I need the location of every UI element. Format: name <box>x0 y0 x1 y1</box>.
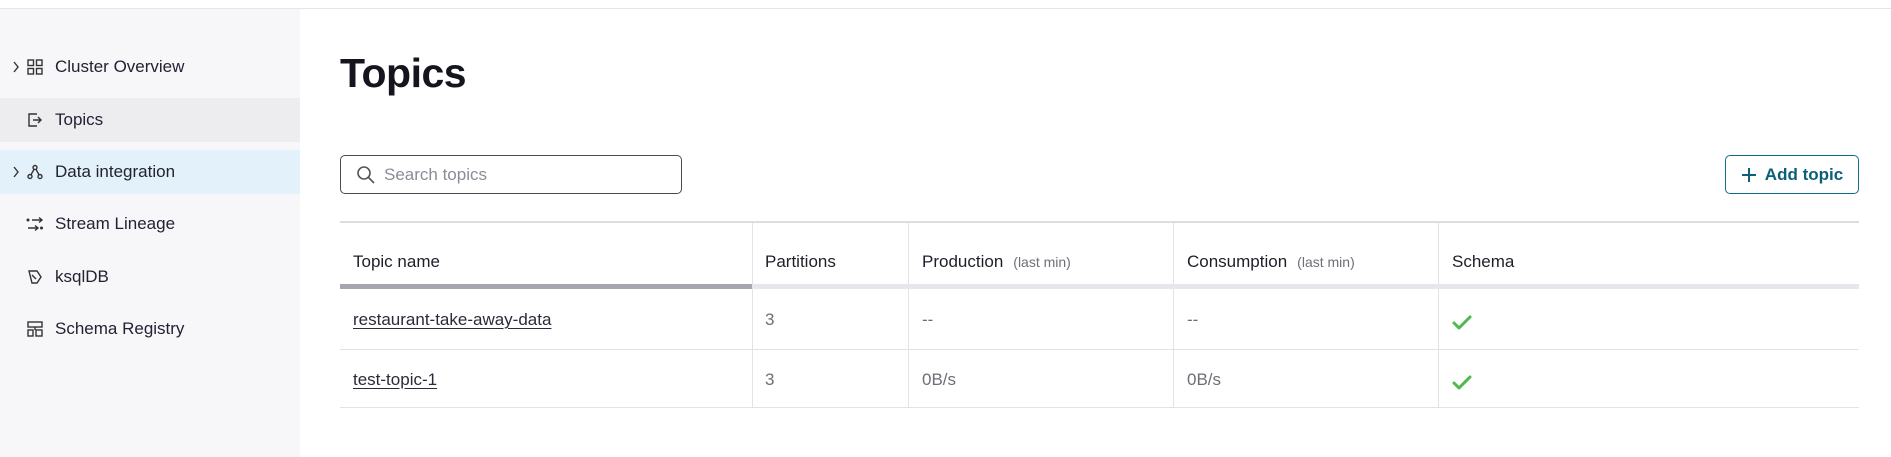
column-header-topic-name[interactable]: Topic name <box>353 252 440 272</box>
topic-name-link[interactable]: test-topic-1 <box>353 370 437 390</box>
partitions-cell: 3 <box>765 310 775 329</box>
column-header-sublabel: (last min) <box>1297 254 1355 270</box>
connectors-icon <box>26 163 44 181</box>
grid-icon <box>26 58 44 76</box>
ksqldb-icon <box>26 268 44 286</box>
topics-table: Topic name Partitions Production (last mi… <box>340 221 1859 408</box>
sidebar-item-label: ksqlDB <box>55 267 109 286</box>
chevron-right-icon[interactable] <box>12 165 20 179</box>
column-header-consumption[interactable]: Consumption (last min) <box>1187 252 1355 272</box>
production-cell: 0B/s <box>922 370 957 389</box>
row-divider <box>340 349 1859 350</box>
page-title: Topics <box>340 50 467 96</box>
sidebar-item-ksqldb[interactable]: ksqlDB <box>0 255 300 299</box>
search-field[interactable] <box>340 155 682 194</box>
sort-indicator <box>340 284 752 289</box>
checkmark-icon <box>1452 315 1472 331</box>
production-cell: -- <box>922 310 934 329</box>
sidebar-item-schema-registry[interactable]: Schema Registry <box>0 307 300 351</box>
plus-icon <box>1741 167 1757 183</box>
row-divider <box>340 407 1859 408</box>
sidebar-item-topics[interactable]: Topics <box>0 98 300 142</box>
sidebar-item-label: Topics <box>55 110 104 129</box>
checkmark-icon <box>1452 375 1472 391</box>
column-divider <box>908 223 909 408</box>
column-header-partitions[interactable]: Partitions <box>765 252 836 272</box>
add-topic-button[interactable]: Add topic <box>1725 155 1859 194</box>
column-header-schema[interactable]: Schema <box>1452 252 1514 272</box>
lineage-icon <box>26 215 44 233</box>
sidebar-item-stream-lineage[interactable]: Stream Lineage <box>0 202 300 246</box>
sidebar-item-label: Schema Registry <box>55 319 185 338</box>
column-divider <box>1438 223 1439 408</box>
topic-name-link[interactable]: restaurant-take-away-data <box>353 310 551 330</box>
sidebar-item-label: Stream Lineage <box>55 214 176 233</box>
table-top-border <box>340 221 1859 223</box>
column-header-label: Schema <box>1452 252 1515 271</box>
search-input[interactable] <box>384 162 664 188</box>
schema-registry-icon <box>26 320 44 338</box>
sidebar-item-label: Data integration <box>55 162 176 181</box>
consumption-cell: 0B/s <box>1187 370 1222 389</box>
column-header-label: Consumption <box>1187 252 1288 271</box>
sidebar-item-cluster-overview[interactable]: Cluster Overview <box>0 45 300 89</box>
column-header-label: Production <box>922 252 1004 271</box>
sidebar-item-data-integration[interactable]: Data integration <box>0 150 300 194</box>
search-icon <box>356 165 376 185</box>
consumption-cell: -- <box>1187 310 1199 329</box>
column-divider <box>752 223 753 408</box>
column-header-label: Partitions <box>765 252 836 271</box>
add-topic-label: Add topic <box>1764 164 1844 184</box>
column-header-label: Topic name <box>353 252 440 271</box>
partitions-cell: 3 <box>765 370 775 389</box>
sidebar-item-label: Cluster Overview <box>55 57 185 76</box>
column-header-sublabel: (last min) <box>1013 254 1071 270</box>
header-underline <box>340 284 1859 289</box>
column-divider <box>1173 223 1174 408</box>
sidebar: Cluster Overview Topics Data integration <box>0 9 300 457</box>
chevron-right-icon[interactable] <box>12 60 20 74</box>
column-header-production[interactable]: Production (last min) <box>922 252 1071 272</box>
topics-icon <box>26 111 44 129</box>
